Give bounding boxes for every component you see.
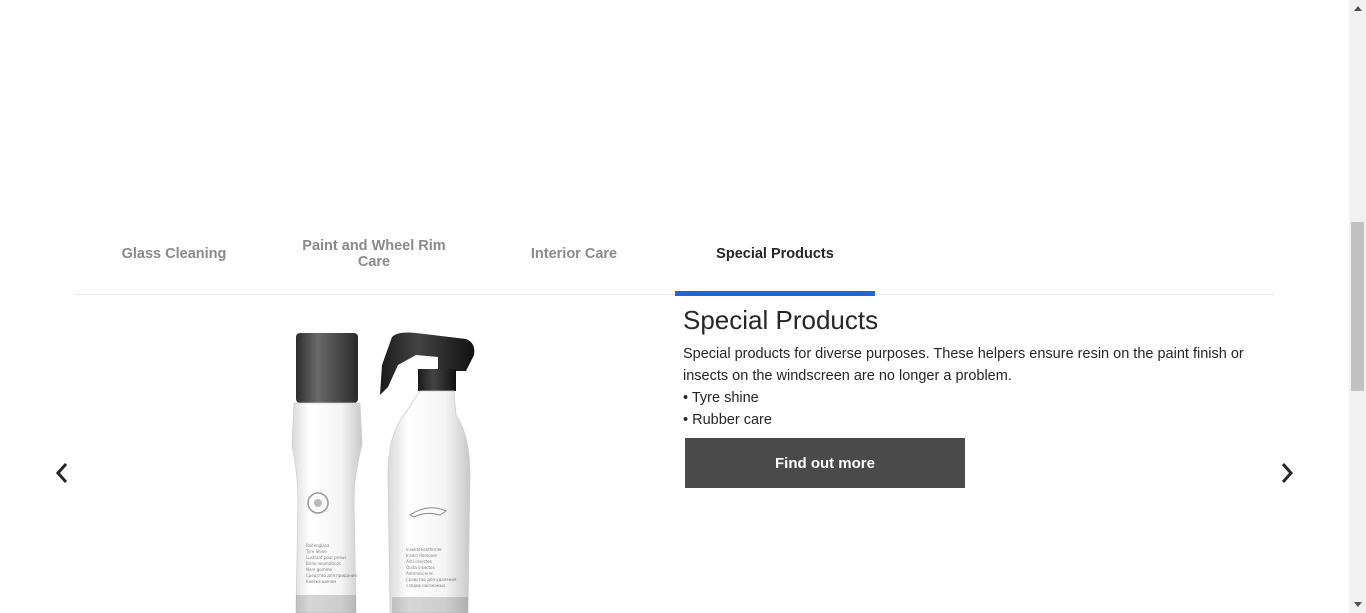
tab-interior-care[interactable]: Interior Care: [474, 213, 674, 295]
chevron-left-icon: [55, 463, 68, 483]
tab-paint-and-wheel-rim-care[interactable]: Paint and Wheel Rim Care: [274, 213, 474, 295]
special-products-bottles-image: Reifenglanz Tyre Shine Lustrant pour pne…: [291, 332, 475, 613]
carousel-next-button[interactable]: [1272, 458, 1302, 488]
svg-text:Nero gomme: Nero gomme: [306, 567, 333, 572]
tab-label: Special Products: [716, 246, 834, 262]
svg-text:Anti-insectes: Anti-insectes: [406, 559, 432, 564]
scroll-down-button[interactable]: [1349, 596, 1366, 613]
tab-glass-cleaning[interactable]: Glass Cleaning: [74, 213, 274, 295]
tab-label: Interior Care: [530, 246, 618, 262]
svg-text:Средство для придания: Средство для придания: [306, 573, 357, 578]
svg-text:Insektenentferner: Insektenentferner: [406, 547, 442, 552]
tab-label: Glass Cleaning: [121, 246, 227, 262]
page-scrollbar[interactable]: [1349, 0, 1366, 613]
carousel-prev-button[interactable]: [47, 458, 77, 488]
svg-text:Lustrant pour pneus: Lustrant pour pneus: [306, 555, 346, 560]
svg-text:следов насекомых: следов насекомых: [406, 583, 446, 588]
scroll-up-button[interactable]: [1349, 0, 1366, 17]
svg-text:блеска шинам: блеска шинам: [306, 579, 336, 584]
chevron-right-icon: [1281, 463, 1294, 483]
find-out-more-button[interactable]: Find out more: [685, 438, 965, 488]
svg-text:Tyre Shine: Tyre Shine: [305, 549, 327, 554]
triangle-up-icon: [1353, 6, 1362, 11]
svg-text:Brillo neumáticos: Brillo neumáticos: [306, 561, 341, 566]
bullet-item: • Tyre shine: [683, 390, 759, 406]
svg-text:Quita insectos: Quita insectos: [406, 565, 435, 570]
triangle-down-icon: [1353, 602, 1362, 607]
svg-text:Antimoscerini: Antimoscerini: [406, 571, 433, 576]
panel-title: Special Products: [683, 305, 879, 335]
bullet-item: • Rubber care: [683, 412, 772, 428]
special-products-panel: Special Products Special products for di…: [683, 305, 1263, 488]
tab-label: Paint and Wheel Rim Care: [302, 238, 446, 270]
tab-special-products[interactable]: Special Products: [675, 213, 875, 296]
product-image: Reifenglanz Tyre Shine Lustrant pour pne…: [270, 325, 500, 613]
scrollbar-thumb[interactable]: [1351, 222, 1364, 391]
svg-text:Insect Remover: Insect Remover: [406, 553, 438, 558]
product-category-tabs: Glass Cleaning Paint and Wheel Rim Care …: [74, 213, 1274, 296]
svg-text:Reifenglanz: Reifenglanz: [306, 543, 329, 548]
svg-text:Средство для удаления: Средство для удаления: [406, 577, 457, 582]
panel-description: Special products for diverse purposes. T…: [683, 346, 1244, 384]
